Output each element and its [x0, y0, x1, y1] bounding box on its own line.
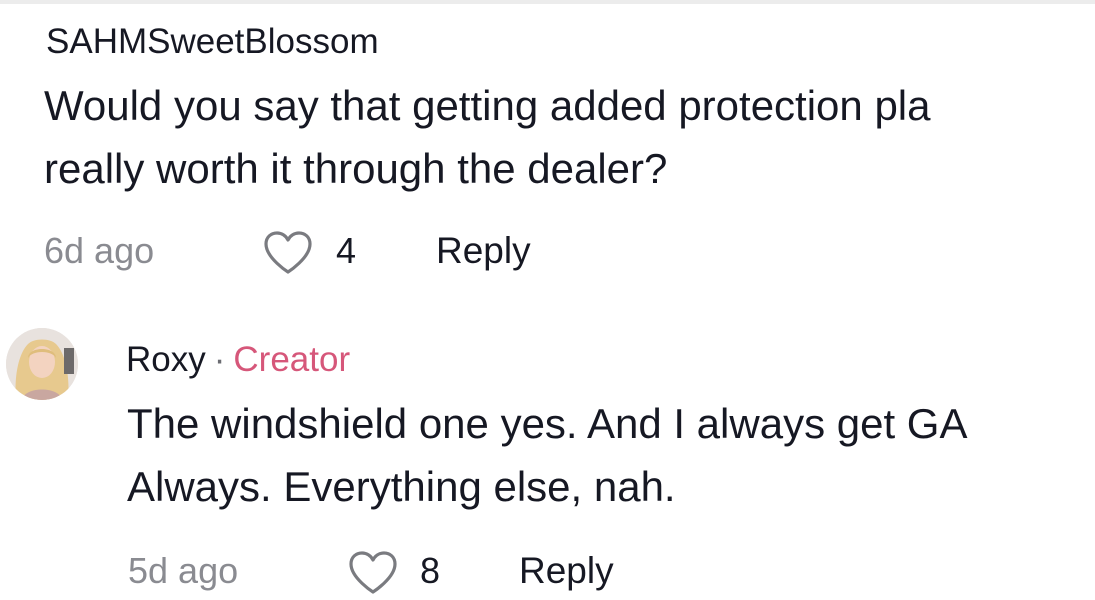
- comment-text-line-2: really worth it through the dealer?: [44, 145, 668, 192]
- comment-text-line-1: Would you say that getting added protect…: [44, 82, 931, 129]
- reply-button[interactable]: Reply: [519, 546, 614, 596]
- divider: [0, 0, 1095, 4]
- comment-username[interactable]: SAHMSweetBlossom: [46, 22, 379, 62]
- separator-dot: ·: [213, 340, 226, 379]
- heart-outline-icon[interactable]: [262, 230, 314, 276]
- reply-like-count: 8: [420, 550, 441, 591]
- comments-panel: SAHMSweetBlossom Would you say that gett…: [0, 0, 1095, 600]
- reply-author-line: Roxy · Creator: [126, 340, 350, 380]
- comment-meta-row: 6d ago 4 Reply: [0, 226, 1095, 276]
- heart-outline-icon[interactable]: [347, 550, 399, 596]
- reply-button[interactable]: Reply: [436, 226, 531, 276]
- creator-badge: Creator: [233, 340, 351, 379]
- comment-like-count: 4: [336, 230, 357, 271]
- user-avatar-photo: [6, 328, 78, 400]
- reply-text-line-2: Always. Everything else, nah.: [127, 463, 676, 510]
- avatar[interactable]: [6, 328, 78, 400]
- reply-text-line-1: The windshield one yes. And I always get…: [127, 400, 968, 447]
- reply-meta-row: 5d ago 8 Reply: [0, 546, 1095, 596]
- comment-timestamp: 6d ago: [44, 230, 155, 271]
- reply-timestamp: 5d ago: [128, 550, 239, 591]
- reply-username[interactable]: Roxy: [126, 340, 206, 379]
